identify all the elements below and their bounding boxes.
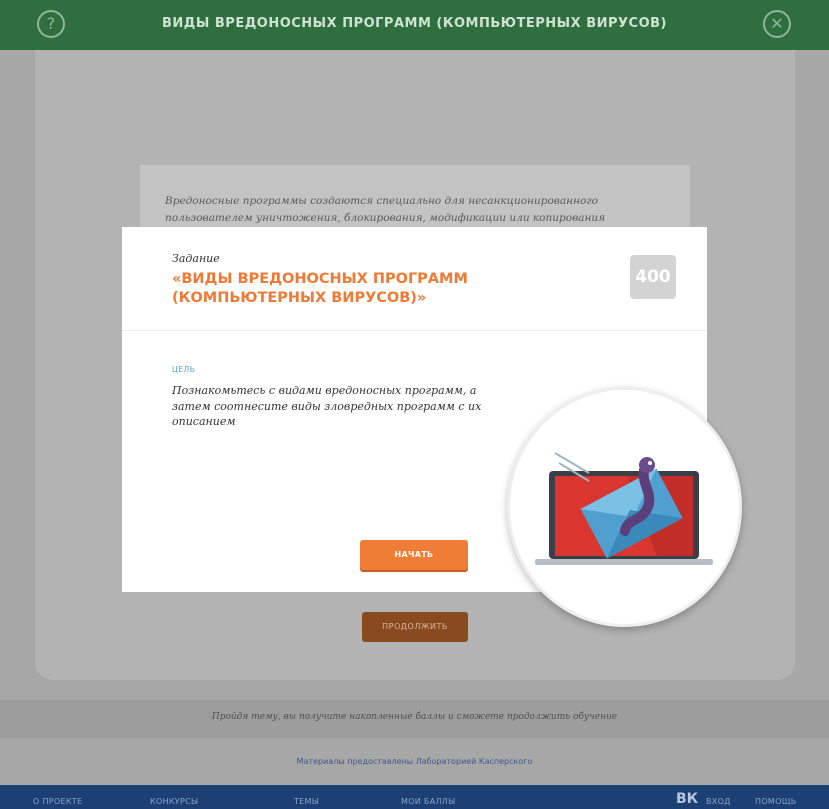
vk-icon[interactable]: ВК (676, 791, 698, 807)
score-badge: 400 (630, 255, 676, 299)
background-text: Вредоносные программы создаются специаль… (165, 195, 606, 224)
materials-link[interactable]: Материалы предоставлены Лабораторией Кас… (0, 757, 829, 766)
goal-text: Познакомьтесь с видами вредоносных прогр… (172, 384, 482, 428)
footer-link-points[interactable]: МОИ БАЛЛЫ (401, 797, 455, 806)
task-title: «ВИДЫ ВРЕДОНОСНЫХ ПРОГРАММ (КОМПЬЮТЕРНЫХ… (172, 271, 468, 306)
laptop-base-icon (535, 559, 713, 565)
info-text: Пройдя тему, вы получите накопленные бал… (211, 712, 618, 722)
footer-link-login[interactable]: ВХОД (706, 797, 731, 806)
footer-link-help[interactable]: ПОМОЩЬ (755, 797, 797, 806)
goal-label: ЦЕЛЬ (172, 365, 196, 374)
task-label: Задание (172, 252, 220, 265)
close-icon[interactable]: ✕ (763, 10, 791, 38)
modal-divider (122, 330, 707, 331)
start-button[interactable]: НАЧАТЬ (360, 540, 468, 570)
footer-link-about[interactable]: О ПРОЕКТЕ (33, 797, 82, 806)
virus-envelope-illustration (535, 452, 713, 565)
footer-link-topics[interactable]: ТЕМЫ (294, 797, 319, 806)
page-title: ВИДЫ ВРЕДОНОСНЫХ ПРОГРАММ (КОМПЬЮТЕРНЫХ … (162, 16, 667, 31)
continue-button[interactable]: ПРОДОЛЖИТЬ (362, 612, 468, 642)
footer-link-contests[interactable]: КОНКУРСЫ (150, 797, 198, 806)
